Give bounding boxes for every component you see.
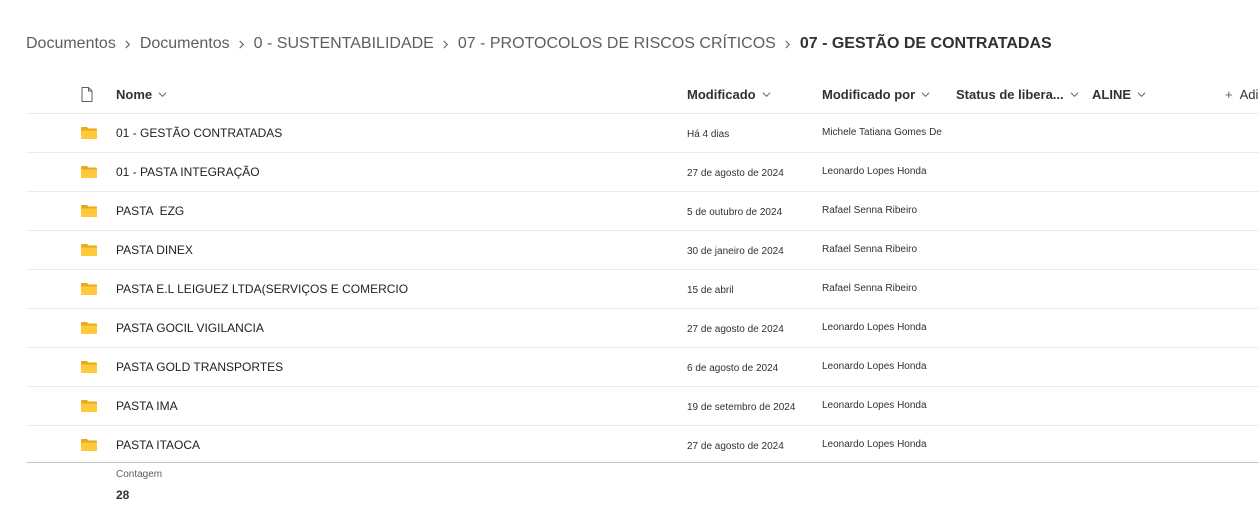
item-modified: 15 de abril xyxy=(687,285,734,296)
chevron-down-icon xyxy=(921,90,930,99)
item-modified-by: Rafael Senna Ribeiro xyxy=(822,283,918,294)
chevron-right-icon xyxy=(230,33,254,55)
list-item[interactable]: PASTA E.L LEIGUEZ LTDA(SERVIÇOS E COMERC… xyxy=(26,270,1259,309)
folder-icon xyxy=(81,400,97,412)
item-modified-by: Rafael Senna Ribeiro xyxy=(822,205,918,216)
breadcrumb-item-documentos-root[interactable]: Documentos xyxy=(26,35,116,53)
item-modified: 19 de setembro de 2024 xyxy=(687,402,796,413)
folder-icon xyxy=(81,322,97,334)
folder-icon xyxy=(81,283,97,295)
list-item[interactable]: PASTA EZG 5 de outubro de 2024 Rafael Se… xyxy=(26,192,1259,231)
column-header-aline-label: ALINE xyxy=(1092,86,1131,102)
add-column-label: Adi xyxy=(1239,86,1259,102)
list-item[interactable]: PASTA GOCIL VIGILANCIA 27 de agosto de 2… xyxy=(26,309,1259,348)
list-item[interactable]: 01 - PASTA INTEGRAÇÃO 27 de agosto de 20… xyxy=(26,153,1259,192)
item-modified: 27 de agosto de 2024 xyxy=(687,441,784,452)
breadcrumb-current-folder: 07 - GESTÃO DE CONTRATADAS xyxy=(799,35,1052,52)
chevron-down-icon xyxy=(1137,90,1146,99)
add-column-button[interactable]: + Adi xyxy=(1225,74,1258,114)
count-value: 28 xyxy=(116,488,130,502)
item-name[interactable]: PASTA E.L LEIGUEZ LTDA(SERVIÇOS E COMERC… xyxy=(116,270,408,308)
breadcrumb-item-sustentabilidade[interactable]: 0 - SUSTENTABILIDADE xyxy=(254,35,434,53)
chevron-right-icon xyxy=(116,33,140,55)
chevron-down-icon xyxy=(1070,90,1079,99)
list-item[interactable]: PASTA GOLD TRANSPORTES 6 de agosto de 20… xyxy=(26,348,1259,387)
list-item[interactable]: PASTA DINEX 30 de janeiro de 2024 Rafael… xyxy=(26,231,1259,270)
item-name[interactable]: PASTA DINEX xyxy=(116,231,193,269)
item-modified: 5 de outubro de 2024 xyxy=(687,207,783,218)
breadcrumb: Documentos Documentos 0 - SUSTENTABILIDA… xyxy=(26,33,1052,55)
item-name[interactable]: PASTA ITAOCA xyxy=(116,426,200,464)
folder-icon xyxy=(81,127,97,139)
count-label: Contagem xyxy=(116,469,163,480)
column-header-name[interactable]: Nome xyxy=(116,74,167,114)
item-modified-by: Leonardo Lopes Honda xyxy=(822,400,927,411)
item-modified-by: Leonardo Lopes Honda xyxy=(822,166,927,177)
breadcrumb-item-protocolos[interactable]: 07 - PROTOCOLOS DE RISCOS CRÍTICOS xyxy=(458,35,776,53)
folder-icon xyxy=(81,166,97,178)
column-header-modified-by[interactable]: Modificado por xyxy=(822,74,930,114)
list-item[interactable]: PASTA IMA 19 de setembro de 2024 Leonard… xyxy=(26,387,1259,426)
item-modified: 30 de janeiro de 2024 xyxy=(687,246,784,257)
item-modified: 27 de agosto de 2024 xyxy=(687,324,784,335)
item-name[interactable]: PASTA GOCIL VIGILANCIA xyxy=(116,309,264,347)
item-modified-by: Leonardo Lopes Honda xyxy=(822,439,927,450)
chevron-right-icon xyxy=(776,33,800,55)
item-name[interactable]: 01 - GESTÃO CONTRATADAS xyxy=(116,114,282,152)
folder-icon xyxy=(81,205,97,217)
list-header: Nome Modificado Modificado por Status de… xyxy=(26,74,1259,114)
plus-icon: + xyxy=(1225,86,1233,102)
item-modified-by: Leonardo Lopes Honda xyxy=(822,361,927,372)
column-header-release-status[interactable]: Status de libera... xyxy=(956,74,1079,114)
chevron-down-icon xyxy=(158,90,167,99)
column-header-aline[interactable]: ALINE xyxy=(1092,74,1146,114)
item-name[interactable]: PASTA GOLD TRANSPORTES xyxy=(116,348,283,386)
item-modified: 6 de agosto de 2024 xyxy=(687,363,779,374)
item-modified-by: Leonardo Lopes Honda xyxy=(822,322,927,333)
item-modified-by: Michele Tatiana Gomes De xyxy=(822,127,942,138)
list-item[interactable]: PASTA ITAOCA 27 de agosto de 2024 Leonar… xyxy=(26,426,1259,463)
document-icon[interactable] xyxy=(81,74,93,114)
column-header-modified-label: Modificado xyxy=(687,86,756,102)
column-header-release-status-label: Status de libera... xyxy=(956,86,1064,102)
item-name[interactable]: 01 - PASTA INTEGRAÇÃO xyxy=(116,153,260,191)
folder-icon xyxy=(81,361,97,373)
chevron-down-icon xyxy=(762,90,771,99)
folder-icon xyxy=(81,439,97,451)
column-header-modified-by-label: Modificado por xyxy=(822,86,916,102)
breadcrumb-item-documentos[interactable]: Documentos xyxy=(140,35,230,53)
item-modified: Há 4 dias xyxy=(687,129,730,140)
column-header-name-label: Nome xyxy=(116,86,153,102)
chevron-right-icon xyxy=(434,33,458,55)
list-item[interactable]: 01 - GESTÃO CONTRATADAS Há 4 dias Michel… xyxy=(26,114,1259,153)
item-name[interactable]: PASTA IMA xyxy=(116,387,178,425)
column-header-modified[interactable]: Modificado xyxy=(687,74,771,114)
folder-icon xyxy=(81,244,97,256)
item-modified: 27 de agosto de 2024 xyxy=(687,168,784,179)
file-list: 01 - GESTÃO CONTRATADAS Há 4 dias Michel… xyxy=(26,114,1259,463)
item-name[interactable]: PASTA EZG xyxy=(116,192,184,230)
item-modified-by: Rafael Senna Ribeiro xyxy=(822,244,918,255)
